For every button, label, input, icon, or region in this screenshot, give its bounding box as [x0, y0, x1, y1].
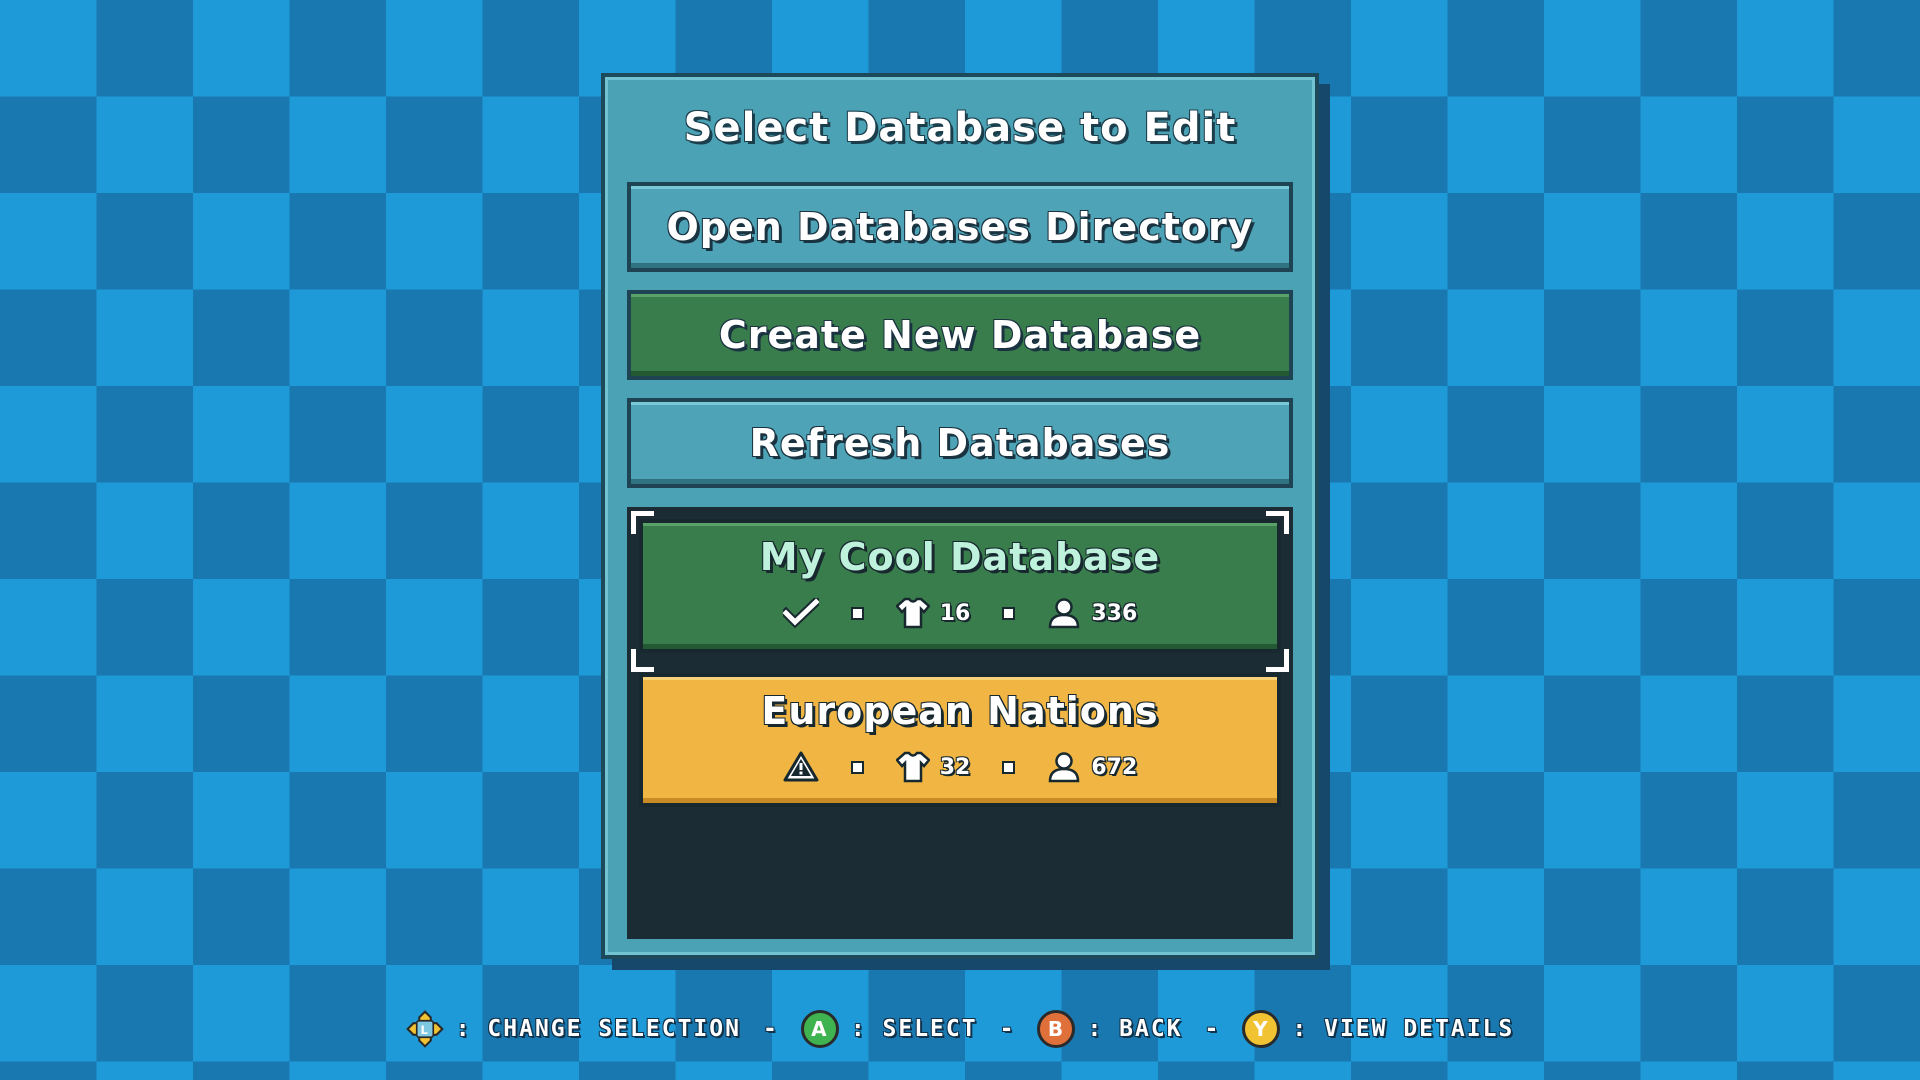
database-item-european-nations[interactable]: European Nations 32 672	[639, 673, 1281, 807]
hint-separator: -	[1204, 1016, 1221, 1042]
teams-stat: 32	[895, 751, 971, 783]
open-databases-directory-button[interactable]: Open Databases Directory	[627, 182, 1293, 272]
shirt-icon	[895, 597, 930, 629]
players-stat: 672	[1047, 751, 1137, 783]
controls-hint-bar: L : CHANGE SELECTION - A : SELECT - B : …	[0, 1010, 1920, 1048]
stat-separator	[850, 760, 864, 774]
hint-separator: -	[762, 1016, 779, 1042]
dpad-icon: L	[405, 1010, 444, 1048]
hint-change-selection-label: : CHANGE SELECTION	[455, 1016, 741, 1042]
teams-count: 32	[939, 754, 971, 780]
database-stats: 16 336	[643, 597, 1277, 629]
hint-select: A : SELECT	[800, 1010, 978, 1048]
shirt-icon	[895, 751, 930, 783]
warning-icon	[783, 751, 819, 783]
hint-back: B : BACK	[1037, 1010, 1182, 1048]
database-item-my-cool-database[interactable]: My Cool Database 16 336	[639, 519, 1281, 653]
dpad-glyph-label: L	[420, 1023, 429, 1037]
checkmark-icon	[782, 598, 819, 628]
hint-select-label: : SELECT	[850, 1016, 978, 1042]
hint-separator: -	[999, 1016, 1016, 1042]
database-list: My Cool Database 16 336 European Nations…	[627, 507, 1293, 939]
a-button-icon: A	[800, 1010, 839, 1048]
stat-separator	[1002, 606, 1016, 620]
hint-change-selection: L : CHANGE SELECTION	[405, 1010, 741, 1048]
y-button-icon: Y	[1242, 1010, 1281, 1048]
database-name: European Nations	[761, 689, 1159, 733]
hint-back-label: : BACK	[1087, 1016, 1183, 1042]
panel-title: Select Database to Edit	[683, 105, 1237, 151]
players-count: 336	[1091, 600, 1138, 626]
person-icon	[1047, 597, 1081, 629]
database-select-panel: Select Database to Edit Open Databases D…	[601, 73, 1319, 959]
refresh-databases-button[interactable]: Refresh Databases	[627, 398, 1293, 488]
hint-view-details: Y : VIEW DETAILS	[1242, 1010, 1514, 1048]
teams-stat: 16	[895, 597, 971, 629]
person-icon	[1047, 751, 1081, 783]
create-new-database-button[interactable]: Create New Database	[627, 290, 1293, 380]
players-stat: 336	[1047, 597, 1137, 629]
teams-count: 16	[939, 600, 971, 626]
stat-separator	[1002, 760, 1016, 774]
b-button-icon: B	[1037, 1010, 1076, 1048]
database-name: My Cool Database	[759, 535, 1161, 579]
stat-separator	[850, 606, 864, 620]
database-stats: 32 672	[643, 751, 1277, 783]
players-count: 672	[1091, 754, 1138, 780]
hint-view-details-label: : VIEW DETAILS	[1292, 1016, 1515, 1042]
